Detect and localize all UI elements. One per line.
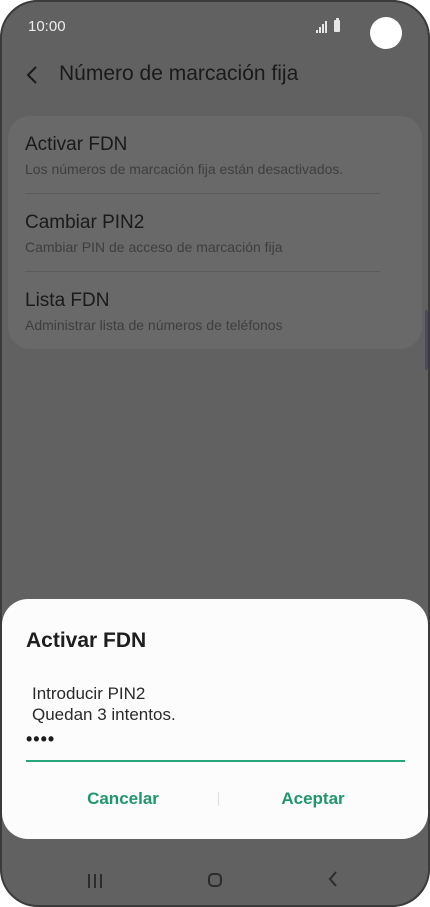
- nav-back-icon: [328, 871, 337, 887]
- home-icon: [208, 873, 222, 887]
- accept-button[interactable]: Aceptar: [213, 784, 413, 814]
- camera-cutout: [370, 17, 402, 49]
- back-button[interactable]: [22, 60, 48, 90]
- dialog-title: Activar FDN: [26, 629, 147, 652]
- status-time: 10:00: [28, 18, 66, 35]
- settings-item-subtitle: Cambiar PIN de acceso de marcación fija: [25, 239, 283, 255]
- signal-icon: [316, 21, 330, 33]
- settings-item-subtitle: Los números de marcación fija están desa…: [25, 161, 344, 177]
- app-header: Número de marcación fija: [0, 56, 430, 96]
- dialog-message: Introducir PIN2 Quedan 3 intentos.: [32, 683, 176, 725]
- cancel-button[interactable]: Cancelar: [23, 784, 223, 814]
- nav-back-button[interactable]: [316, 865, 356, 895]
- battery-icon: [334, 18, 340, 32]
- status-bar: 10:00: [0, 0, 430, 56]
- pin2-input[interactable]: ••••: [26, 729, 405, 762]
- settings-item-cambiar-pin2[interactable]: Cambiar PIN2 Cambiar PIN de acceso de ma…: [8, 194, 422, 272]
- dialog-message-line: Introducir PIN2: [32, 684, 146, 703]
- page-title: Número de marcación fija: [59, 62, 299, 85]
- recents-icon: [88, 874, 102, 888]
- settings-item-activar-fdn[interactable]: Activar FDN Los números de marcación fij…: [8, 116, 422, 194]
- dialog-actions: Cancelar Aceptar: [2, 784, 428, 814]
- chevron-left-icon: [26, 66, 37, 84]
- recents-button[interactable]: [75, 865, 115, 895]
- settings-item-title: Cambiar PIN2: [25, 212, 145, 233]
- dialog-message-line: Quedan 3 intentos.: [32, 705, 176, 724]
- settings-item-title: Activar FDN: [25, 134, 128, 155]
- navigation-bar: [0, 857, 430, 907]
- settings-item-subtitle: Administrar lista de números de teléfono…: [25, 317, 283, 333]
- status-icons: [316, 18, 346, 34]
- settings-card: Activar FDN Los números de marcación fij…: [8, 116, 422, 349]
- pin2-value: ••••: [26, 729, 56, 749]
- settings-item-lista-fdn[interactable]: Lista FDN Administrar lista de números d…: [8, 272, 422, 350]
- input-underline: [26, 760, 405, 762]
- scroll-indicator: [425, 310, 428, 370]
- phone-screen: 10:00 Número de marcación fija Activar F…: [0, 0, 430, 907]
- home-button[interactable]: [196, 865, 236, 895]
- settings-item-title: Lista FDN: [25, 290, 110, 311]
- activar-fdn-dialog: Activar FDN Introducir PIN2 Quedan 3 int…: [2, 599, 428, 839]
